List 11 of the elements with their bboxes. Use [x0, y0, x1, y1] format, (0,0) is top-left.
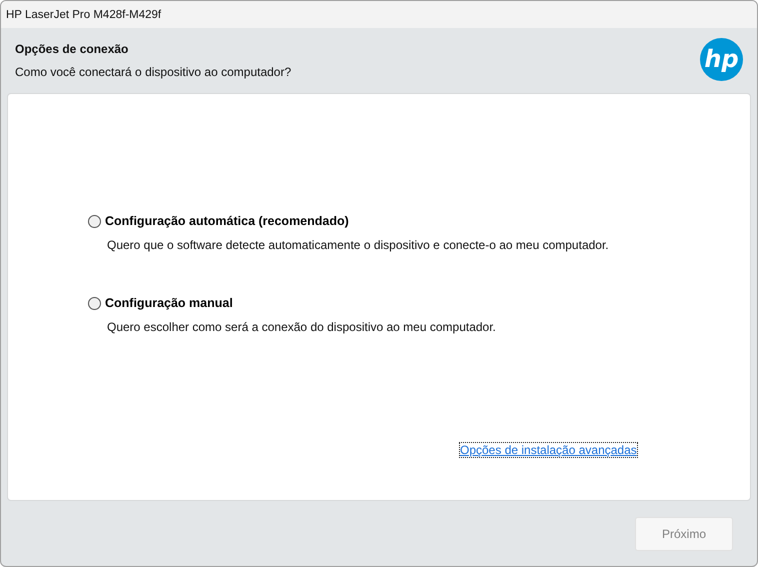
- radio-button[interactable]: [88, 214, 101, 228]
- option-label[interactable]: Configuração automática (recomendado): [105, 214, 349, 228]
- option-description: Quero que o software detecte automaticamente o dispositivo e conecte-o ao meu computador.: [106, 238, 610, 252]
- logo-icon: hp: [700, 38, 743, 81]
- window-title: HP LaserJet Pro M428f-M429f: [6, 8, 162, 20]
- advanced-options-link[interactable]: Opções de instalação avançadas: [460, 443, 637, 457]
- option-label[interactable]: Configuração manual: [105, 296, 233, 310]
- option-description: Quero escolher como será a conexão do dispositivo ao meu computador.: [106, 320, 497, 334]
- page-heading: Opções de conexão: [15, 42, 130, 56]
- radio-button[interactable]: [88, 296, 101, 310]
- page-subtitle: Como você conectará o dispositivo ao computador?: [15, 65, 292, 79]
